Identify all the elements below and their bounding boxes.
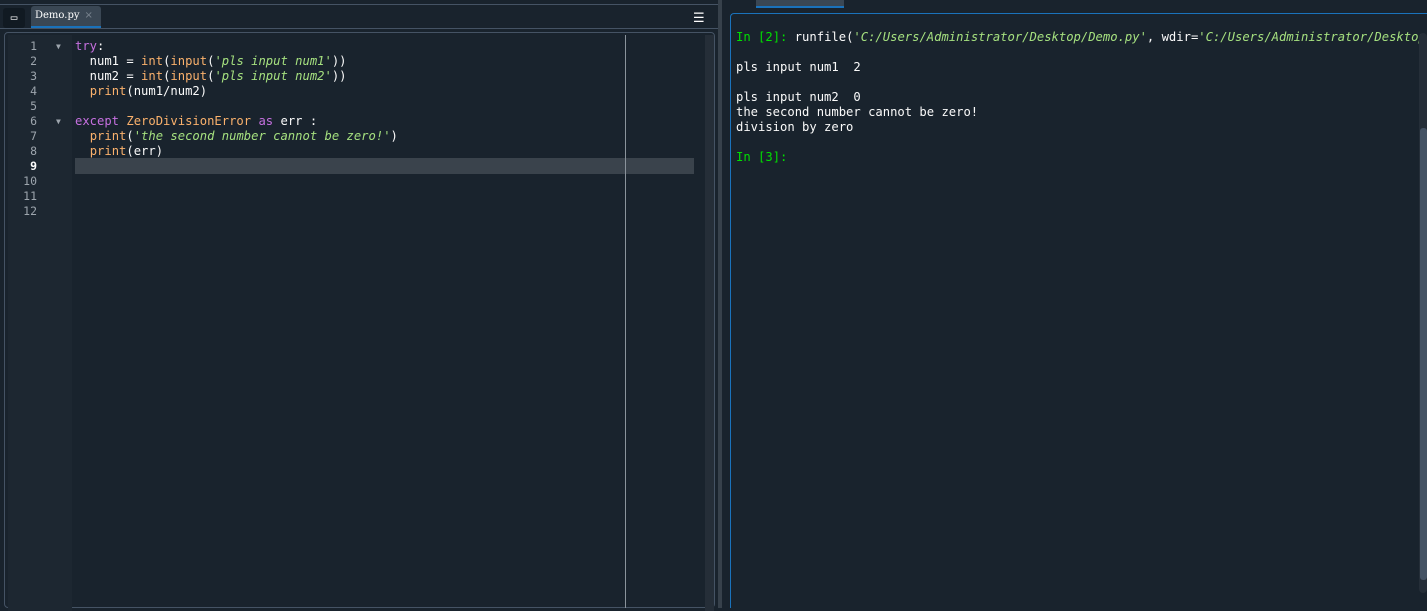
tab-label: Demo.py	[35, 10, 80, 21]
browse-tabs-icon[interactable]: ▭	[3, 8, 25, 28]
line-number: 11	[23, 189, 37, 203]
code-token: int	[141, 54, 164, 68]
code-token: (	[126, 129, 134, 143]
code-token: except	[75, 114, 127, 128]
line-number: 1	[30, 39, 37, 53]
console-prompt: 2	[765, 30, 773, 44]
code-token: input	[170, 54, 208, 68]
tab-demo-py[interactable]: Demo.py ×	[31, 6, 101, 28]
code-token: ))	[331, 69, 347, 83]
console-prompt: ]:	[772, 150, 788, 164]
console-line: In [3]:	[736, 150, 787, 165]
console-line: pls input num2 0	[736, 90, 861, 105]
fold-arrow-icon[interactable]: ▼	[56, 39, 61, 54]
code-line: try:	[75, 39, 104, 54]
code-token: input	[170, 69, 208, 83]
code-token: num1 =	[75, 54, 142, 68]
line-number: 10	[23, 174, 37, 188]
console-text: 'C:/Users/Administrator/Desktop/Demo.py'	[853, 30, 1147, 44]
code-line: print(err)	[75, 144, 163, 159]
code-line: except ZeroDivisionError as err :	[75, 114, 317, 129]
line-number: 2	[30, 54, 37, 68]
console-prompt: 3	[765, 150, 773, 164]
console-prompt: In [	[736, 150, 766, 164]
code-token: int	[141, 69, 164, 83]
console-prompt: ]:	[772, 30, 795, 44]
code-token: err :	[273, 114, 318, 128]
console-prompt: In [	[736, 30, 766, 44]
console-line: In [2]: runfile('C:/Users/Administrator/…	[736, 30, 1427, 45]
code-token: )	[390, 129, 398, 143]
line-number: 3	[30, 69, 37, 83]
code-token: ))	[331, 54, 347, 68]
console-tab[interactable]	[756, 0, 844, 8]
code-token: print	[89, 144, 127, 158]
code-token: (err)	[126, 144, 164, 158]
console-text: the second number cannot be zero!	[736, 105, 979, 119]
line-number: 9	[30, 159, 37, 173]
line-number: 5	[30, 99, 37, 113]
code-token: :	[97, 39, 105, 53]
code-line: num2 = int(input('pls input num2'))	[75, 69, 347, 84]
console-text: runfile(	[794, 30, 854, 44]
line-number: 8	[30, 144, 37, 158]
console-line: the second number cannot be zero!	[736, 105, 978, 120]
console-text: , wdir=	[1146, 30, 1199, 44]
line-number: 6	[30, 114, 37, 128]
edge-line	[625, 35, 626, 608]
console-line: pls input num1 2	[736, 60, 861, 75]
current-line-highlight	[75, 158, 694, 174]
editor-tab-bar	[0, 5, 718, 29]
line-number: 7	[30, 129, 37, 143]
console-text: pls input num1 2	[736, 60, 861, 74]
pane-splitter[interactable]	[718, 0, 722, 608]
code-token: try	[75, 39, 98, 53]
fold-arrow-icon[interactable]: ▼	[56, 114, 61, 129]
console-text: 'C:/Users/Administrator/Desktop'	[1198, 30, 1427, 44]
console-scrollbar-thumb[interactable]	[1420, 128, 1427, 580]
console-line: division by zero	[736, 120, 853, 135]
code-token: print	[89, 129, 127, 143]
code-token: ZeroDivisionError	[126, 114, 252, 128]
code-token: 'pls input num1'	[214, 54, 332, 68]
console-text: division by zero	[736, 120, 854, 134]
code-token: (num1/num2)	[126, 84, 208, 98]
code-token: num2 =	[75, 69, 142, 83]
code-line: num1 = int(input('pls input num1'))	[75, 54, 347, 69]
line-number: 4	[30, 84, 37, 98]
console-text: pls input num2 0	[736, 90, 861, 104]
editor-scrollbar[interactable]	[705, 35, 714, 611]
code-line: print(num1/num2)	[75, 84, 207, 99]
line-number: 12	[23, 204, 37, 218]
code-line: print('the second number cannot be zero!…	[75, 129, 398, 144]
code-token: as	[258, 114, 274, 128]
code-token: print	[89, 84, 127, 98]
options-menu-icon[interactable]: ☰	[693, 11, 705, 26]
close-icon[interactable]: ×	[85, 10, 93, 21]
code-token: 'pls input num2'	[214, 69, 332, 83]
code-token: 'the second number cannot be zero!'	[133, 129, 391, 143]
